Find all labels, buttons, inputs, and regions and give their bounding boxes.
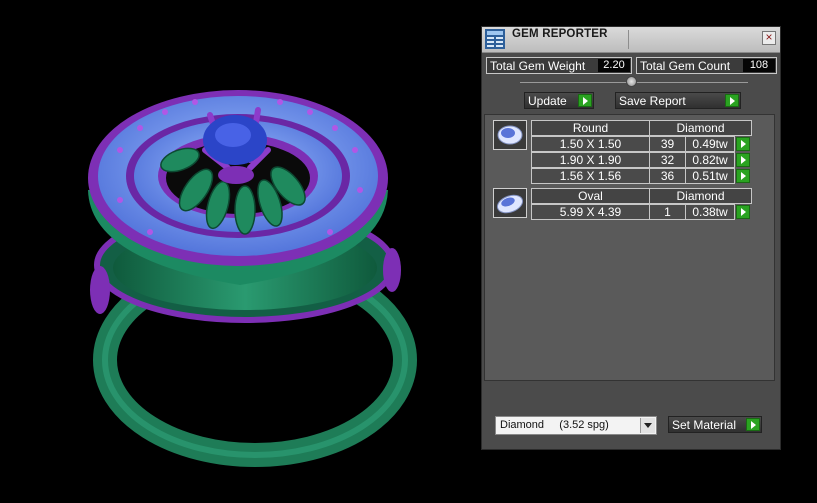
- update-button-label: Update: [528, 94, 567, 108]
- ring-render: [88, 90, 417, 467]
- close-button[interactable]: ×: [762, 31, 776, 45]
- weight-cell: 0.51tw: [685, 168, 735, 184]
- size-cell: 1.50 X 1.50: [531, 136, 650, 152]
- weight-cell: 0.49tw: [685, 136, 735, 152]
- set-material-button[interactable]: Set Material: [668, 416, 762, 433]
- gem-reporter-panel: GEM REPORTER × Total Gem Weight 2.20 Tot…: [481, 26, 781, 450]
- select-row-arrow-icon[interactable]: [736, 153, 750, 167]
- gem-results-list: Round Diamond 1.50 X 1.50 39 0.49tw 1.90…: [484, 114, 775, 381]
- total-gem-weight: Total Gem Weight 2.20: [486, 57, 632, 74]
- size-cell: 5.99 X 4.39: [531, 204, 650, 220]
- material-select[interactable]: Diamond (3.52 spg): [495, 416, 657, 435]
- count-cell: 1: [649, 204, 686, 220]
- material-header: Diamond: [649, 188, 752, 204]
- gem-reporter-app-icon: [485, 29, 505, 49]
- total-gem-count-label: Total Gem Count: [640, 59, 731, 73]
- size-cell: 1.90 X 1.90: [531, 152, 650, 168]
- select-row-arrow-icon[interactable]: [736, 205, 750, 219]
- total-gem-weight-value: 2.20: [598, 59, 630, 72]
- total-gem-count-value: 108: [743, 59, 775, 72]
- chevron-down-icon[interactable]: [640, 418, 655, 433]
- play-arrow-icon: [746, 418, 760, 431]
- play-arrow-icon: [578, 94, 592, 107]
- count-cell: 32: [649, 152, 686, 168]
- select-row-arrow-icon[interactable]: [736, 137, 750, 151]
- count-cell: 36: [649, 168, 686, 184]
- title-bar[interactable]: GEM REPORTER ×: [482, 27, 780, 53]
- shape-header: Round: [531, 120, 650, 136]
- select-row-arrow-icon[interactable]: [736, 169, 750, 183]
- round-gem-icon-graphic: [497, 125, 523, 145]
- save-report-button-label: Save Report: [619, 94, 686, 108]
- material-header: Diamond: [649, 120, 752, 136]
- update-button[interactable]: Update: [524, 92, 594, 109]
- count-cell: 39: [649, 136, 686, 152]
- oval-gem-icon-graphic: [496, 194, 524, 214]
- weight-cell: 0.38tw: [685, 204, 735, 220]
- total-gem-count: Total Gem Count 108: [636, 57, 777, 74]
- material-select-value: Diamond (3.52 spg): [500, 419, 609, 431]
- slider-thumb[interactable]: [626, 76, 637, 87]
- shape-header: Oval: [531, 188, 650, 204]
- weight-cell: 0.82tw: [685, 152, 735, 168]
- round-gem-icon[interactable]: [493, 120, 527, 150]
- save-report-button[interactable]: Save Report: [615, 92, 741, 109]
- title-separator: [628, 30, 629, 49]
- total-gem-weight-label: Total Gem Weight: [490, 59, 586, 73]
- play-arrow-icon: [725, 94, 739, 107]
- oval-gem-icon[interactable]: [493, 188, 527, 218]
- set-material-button-label: Set Material: [672, 418, 737, 432]
- window-title: GEM REPORTER: [512, 28, 608, 40]
- size-cell: 1.56 X 1.56: [531, 168, 650, 184]
